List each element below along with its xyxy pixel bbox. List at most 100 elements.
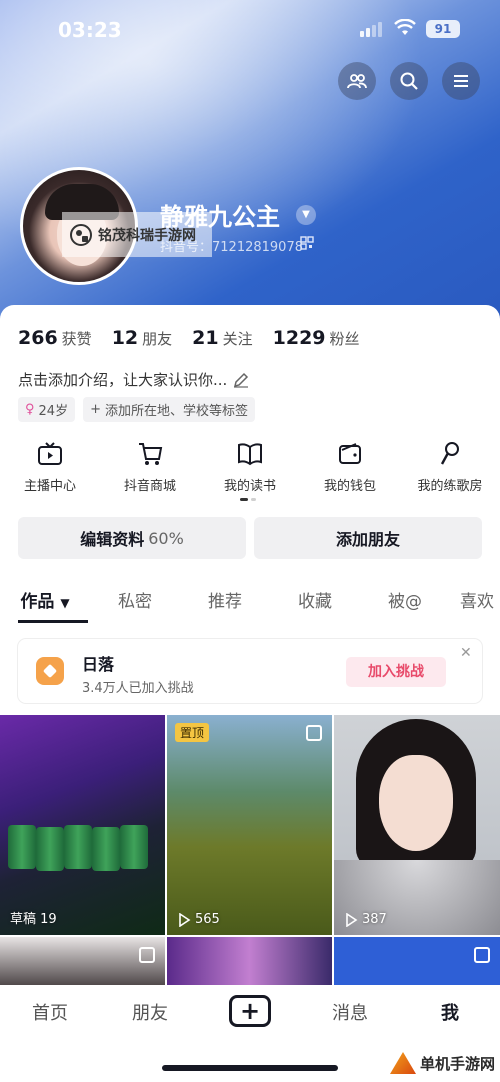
tile-decoration [92, 827, 120, 871]
stat-likes[interactable]: 266 获赞 [18, 327, 92, 349]
age-text: 24岁 [38, 404, 69, 419]
nav-me[interactable]: 我 [400, 999, 500, 1027]
video-tile[interactable]: 草稿 19 [0, 715, 165, 935]
book-icon [238, 443, 262, 466]
tab-favorites[interactable]: 收藏 [270, 587, 360, 627]
draft-label: 草稿 19 [10, 912, 57, 927]
tab-label: 作品 [20, 592, 55, 612]
feature-reading[interactable]: 我的读书 [200, 441, 300, 494]
search-button[interactable] [390, 62, 428, 100]
watermark-logo-icon [70, 223, 92, 246]
signal-icon [360, 22, 382, 37]
tab-private[interactable]: 私密 [90, 587, 180, 627]
stat-label: 关注 [222, 330, 253, 348]
pinned-badge: 置顶 [175, 723, 210, 742]
battery-indicator: 91 [426, 20, 460, 38]
site-watermark: 铭茂科瑞手游网 [62, 212, 212, 257]
wifi-icon [394, 19, 416, 35]
nav-home[interactable]: 首页 [0, 999, 100, 1027]
nav-messages[interactable]: 消息 [300, 999, 400, 1027]
add-friend-button[interactable]: 添加朋友 [254, 517, 482, 559]
profile-card: 266 获赞 12 朋友 21 关注 1229 粉丝 点击添加介绍，让大家认识你... … [0, 305, 500, 997]
video-tile[interactable]: 387 [334, 715, 500, 935]
profile-actions: 编辑资料 60% 添加朋友 [18, 517, 482, 559]
wallet-icon [339, 443, 361, 464]
friends-button[interactable] [338, 62, 376, 100]
feature-page-indicator [240, 498, 260, 501]
chevron-down-icon[interactable]: ▼ [296, 205, 316, 225]
status-bar: 03:23 91 [0, 0, 500, 60]
menu-button[interactable] [442, 62, 480, 100]
feature-label: 主播中心 [23, 479, 76, 494]
caret-down-icon: ▼ [60, 596, 70, 610]
join-challenge-button[interactable]: 加入挑战 [346, 657, 446, 687]
add-location-tag[interactable]: + 添加所在地、学校等标签 [83, 397, 255, 422]
profile-stats: 266 获赞 12 朋友 21 关注 1229 粉丝 [18, 327, 360, 349]
stat-value: 1229 [272, 327, 326, 349]
tab-likes[interactable]: 喜欢 [450, 587, 500, 627]
home-indicator [162, 1065, 338, 1071]
tile-decoration [64, 825, 92, 869]
status-time: 03:23 [58, 18, 122, 42]
cart-icon [139, 443, 163, 465]
view-count-value: 565 [195, 912, 220, 927]
bio[interactable]: 点击添加介绍，让大家认识你... [18, 369, 249, 390]
people-icon [347, 74, 367, 89]
video-grid: 草稿 19 置顶 565 387 [0, 715, 500, 997]
stat-value: 266 [18, 327, 58, 349]
tile-decoration [8, 825, 36, 869]
menu-icon [454, 75, 468, 87]
stat-value: 12 [111, 327, 139, 349]
nav-friends[interactable]: 朋友 [100, 999, 200, 1027]
stat-label: 获赞 [61, 330, 92, 348]
stat-friends[interactable]: 12 朋友 [112, 327, 172, 349]
close-icon[interactable]: ✕ [460, 645, 472, 661]
feature-label: 我的读书 [223, 479, 276, 494]
view-count: 565 [177, 912, 220, 927]
tab-mentions[interactable]: 被@ [360, 587, 450, 627]
stat-label: 粉丝 [329, 330, 360, 348]
challenge-card[interactable]: 日落 3.4万人已加入挑战 加入挑战 ✕ [18, 639, 482, 703]
profile-tags: ♀ 24岁 + 添加所在地、学校等标签 [18, 397, 255, 422]
view-count: 387 [344, 912, 387, 927]
video-tile[interactable]: 置顶 565 [167, 715, 332, 935]
corner-logo-text: 单机手游网 [420, 1054, 496, 1073]
feature-label: 抖音商城 [123, 479, 176, 494]
stat-following[interactable]: 21 关注 [192, 327, 252, 349]
search-icon [400, 72, 418, 90]
edit-profile-button[interactable]: 编辑资料 60% [18, 517, 246, 559]
tile-decoration [379, 755, 453, 851]
multi-image-icon [306, 725, 322, 741]
watermark-text: 铭茂科瑞手游网 [98, 227, 196, 244]
add-friend-label: 添加朋友 [335, 530, 400, 549]
pencil-icon [234, 372, 249, 388]
feature-label: 我的钱包 [323, 479, 376, 494]
challenge-subtitle: 3.4万人已加入挑战 [82, 681, 194, 696]
play-icon [179, 912, 191, 927]
feature-wallet[interactable]: 我的钱包 [300, 441, 400, 494]
multi-image-icon [474, 947, 490, 963]
feature-streamer-center[interactable]: 主播中心 [0, 441, 100, 494]
view-count-value: 387 [362, 912, 387, 927]
stat-followers[interactable]: 1229 粉丝 [273, 327, 360, 349]
challenge-title: 日落 [82, 655, 115, 674]
tile-decoration [120, 825, 148, 869]
qr-code-icon[interactable] [300, 236, 314, 250]
female-icon: ♀ [25, 402, 35, 417]
play-icon [346, 912, 358, 927]
challenge-icon [36, 657, 64, 685]
tv-icon [38, 442, 62, 465]
feature-karaoke[interactable]: 我的练歌房 [400, 441, 500, 494]
multi-image-icon [139, 947, 155, 963]
bio-text: 点击添加介绍，让大家认识你... [18, 371, 228, 389]
edit-profile-label: 编辑资料 [80, 530, 145, 549]
plus-icon: + [90, 402, 101, 417]
feature-shortcuts: 主播中心 抖音商城 我的读书 我的钱包 我的练歌房 [0, 441, 500, 494]
stat-label: 朋友 [142, 330, 173, 348]
tab-recommended[interactable]: 推荐 [180, 587, 270, 627]
feature-mall[interactable]: 抖音商城 [100, 441, 200, 494]
stat-value: 21 [192, 327, 219, 349]
nav-create[interactable]: + [200, 995, 300, 1027]
microphone-icon [440, 442, 459, 465]
age-tag[interactable]: ♀ 24岁 [18, 397, 76, 422]
